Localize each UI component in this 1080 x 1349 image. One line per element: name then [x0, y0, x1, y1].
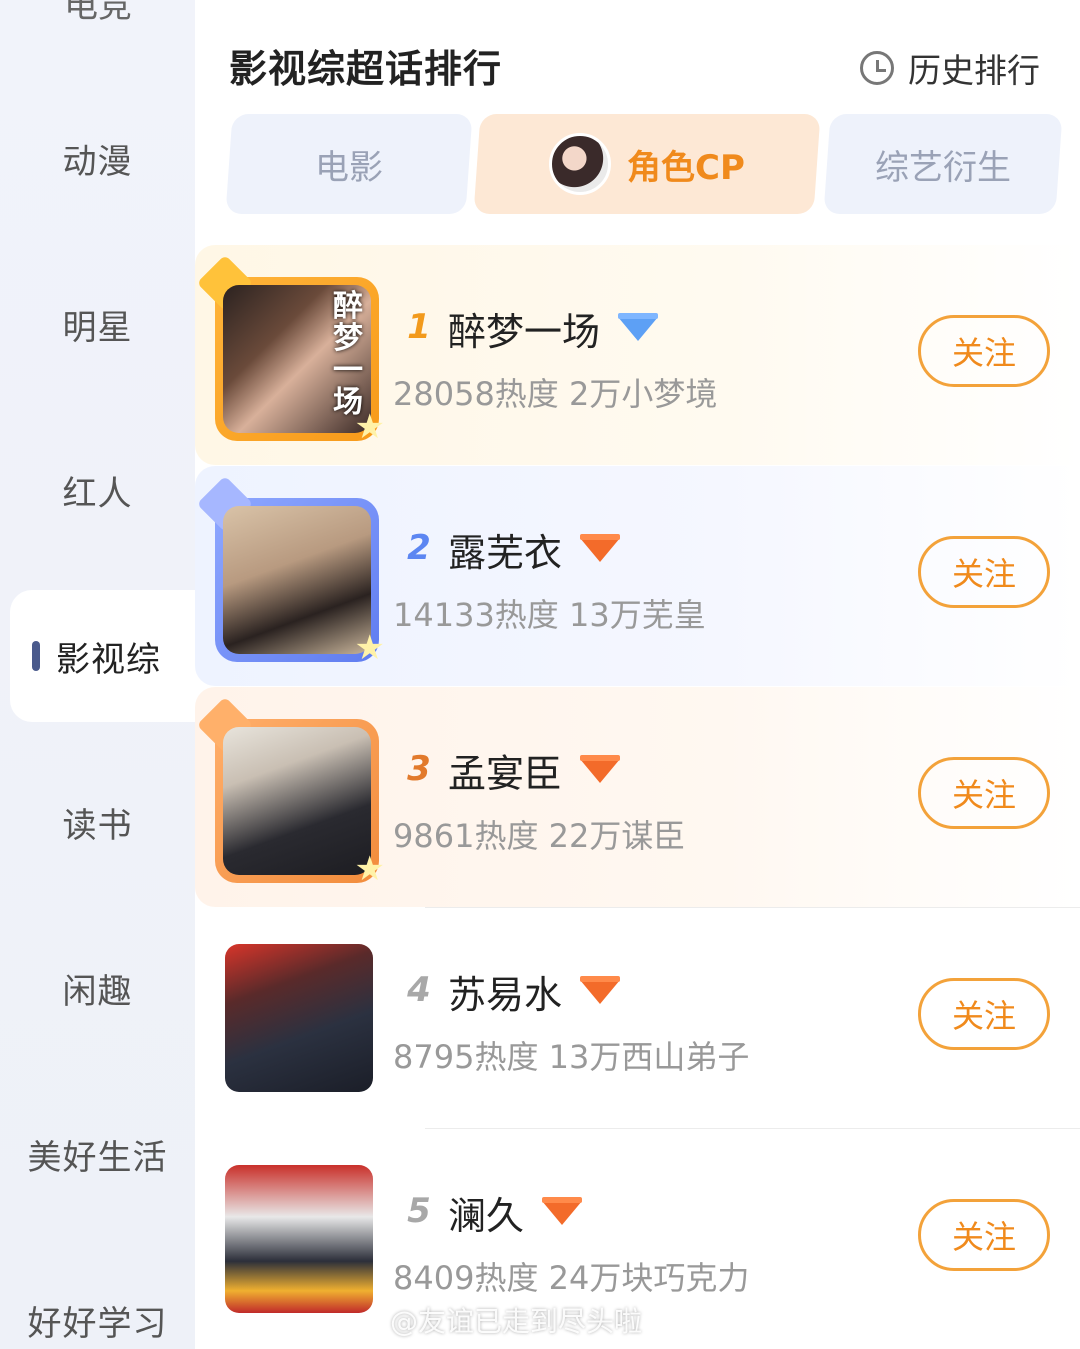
- sidebar-item-label: 读书: [62, 805, 133, 846]
- diamond-level-icon: [618, 312, 660, 345]
- poster-image: [223, 506, 371, 654]
- star-icon: ★: [354, 407, 385, 447]
- tab-label: 电影: [315, 147, 383, 188]
- sidebar-item-cut: 电竞: [0, 0, 195, 20]
- follow-button[interactable]: 关注: [918, 978, 1050, 1050]
- rank-number: 3: [407, 749, 431, 789]
- sidebar-item-stars[interactable]: 明星: [0, 284, 195, 364]
- avatar[interactable]: [225, 1165, 373, 1313]
- tab-label: 综艺衍生: [875, 147, 1011, 188]
- topic-name-text: 露芜衣: [448, 531, 563, 575]
- sidebar-item-label: 美好生活: [27, 1137, 168, 1178]
- follow-button[interactable]: 关注: [918, 1199, 1050, 1271]
- topic-name[interactable]: 孟宴臣: [448, 743, 622, 798]
- sidebar-item-label: 红人: [62, 473, 133, 514]
- topic-name[interactable]: 露芜衣: [448, 522, 622, 577]
- sidebar-item-good-life[interactable]: 美好生活: [0, 1114, 195, 1194]
- tab-character-cp[interactable]: 角色CP: [473, 114, 821, 214]
- ranking-row[interactable]: ★ 3 孟宴臣 9861热度 22万谋臣 关注: [195, 687, 1080, 907]
- sidebar-item-label: 好好学习: [27, 1303, 168, 1344]
- rank-number: 2: [407, 528, 431, 568]
- follow-button[interactable]: 关注: [918, 757, 1050, 829]
- history-ranking-button[interactable]: 历史排行: [860, 44, 1040, 92]
- page-title: 影视综超话排行: [229, 47, 503, 91]
- sidebar-item-film-tv[interactable]: 影视综: [10, 590, 195, 722]
- rank-number: 4: [407, 970, 431, 1010]
- watermark: @友谊已走到尽头啦: [390, 1305, 643, 1338]
- star-icon: ★: [354, 849, 385, 889]
- topic-stats: 8409热度 24万块巧克力: [393, 1259, 750, 1297]
- rank-number: 5: [407, 1191, 431, 1231]
- ranking-panel: 影视综超话排行 历史排行 电影 角色CP 综艺衍生 醉梦一场 ★ 1 醉梦一场 …: [195, 0, 1080, 1349]
- sidebar-item-label: 电竞: [64, 0, 132, 20]
- diamond-level-icon: [580, 533, 622, 566]
- topic-name-text: 孟宴臣: [448, 752, 563, 796]
- diamond-level-icon: [580, 754, 622, 787]
- avatar[interactable]: [225, 944, 373, 1092]
- follow-button[interactable]: 关注: [918, 315, 1050, 387]
- tab-movie[interactable]: 电影: [225, 114, 473, 214]
- category-sidebar: 电竞 动漫 明星 红人 影视综 读书 闲趣 美好生活 好好学习: [0, 0, 195, 1349]
- diamond-level-icon: [542, 1196, 584, 1229]
- sidebar-item-leisure[interactable]: 闲趣: [0, 948, 195, 1028]
- history-ranking-label: 历史排行: [908, 51, 1040, 90]
- poster-title: 醉梦一场: [333, 289, 363, 420]
- tab-label: 角色CP: [627, 147, 745, 188]
- avatar[interactable]: ★: [196, 696, 385, 889]
- ranking-row[interactable]: 醉梦一场 ★ 1 醉梦一场 28058热度 2万小梦境 关注: [195, 245, 1080, 465]
- topic-stats: 9861热度 22万谋臣: [393, 817, 686, 855]
- poster-image: 醉梦一场: [223, 285, 371, 433]
- topic-stats: 28058热度 2万小梦境: [393, 375, 718, 413]
- sidebar-item-anime[interactable]: 动漫: [0, 118, 195, 198]
- topic-stats: 8795热度 13万西山弟子: [393, 1038, 750, 1076]
- star-icon: ★: [354, 628, 385, 668]
- sidebar-item-influencers[interactable]: 红人: [0, 450, 195, 530]
- tab-avatar-icon: [549, 133, 612, 195]
- avatar[interactable]: ★: [196, 475, 385, 668]
- sidebar-item-study[interactable]: 好好学习: [0, 1280, 195, 1349]
- sidebar-item-label: 影视综: [56, 639, 161, 680]
- sidebar-item-label: 明星: [62, 307, 133, 348]
- topic-stats: 14133热度 13万芜皇: [393, 596, 706, 634]
- topic-name[interactable]: 苏易水: [448, 964, 622, 1019]
- ranking-row[interactable]: ★ 2 露芜衣 14133热度 13万芜皇 关注: [195, 466, 1080, 686]
- topic-name-text: 醉梦一场: [448, 310, 601, 354]
- topic-name-text: 苏易水: [448, 973, 563, 1017]
- sidebar-item-label: 动漫: [62, 141, 133, 182]
- sidebar-item-label: 闲趣: [62, 971, 133, 1012]
- active-indicator: [32, 641, 40, 671]
- ranking-row[interactable]: 4 苏易水 8795热度 13万西山弟子 关注: [195, 908, 1080, 1128]
- poster-image: [223, 727, 371, 875]
- tab-variety-derived[interactable]: 综艺衍生: [823, 114, 1063, 214]
- diamond-level-icon: [580, 975, 622, 1008]
- sidebar-item-reading[interactable]: 读书: [0, 782, 195, 862]
- topic-name[interactable]: 澜久: [448, 1185, 584, 1240]
- avatar[interactable]: 醉梦一场 ★: [196, 254, 385, 447]
- topic-name-text: 澜久: [448, 1194, 525, 1238]
- topic-name[interactable]: 醉梦一场: [448, 301, 660, 356]
- clock-icon: [860, 51, 894, 85]
- follow-button[interactable]: 关注: [918, 536, 1050, 608]
- rank-number: 1: [407, 307, 431, 347]
